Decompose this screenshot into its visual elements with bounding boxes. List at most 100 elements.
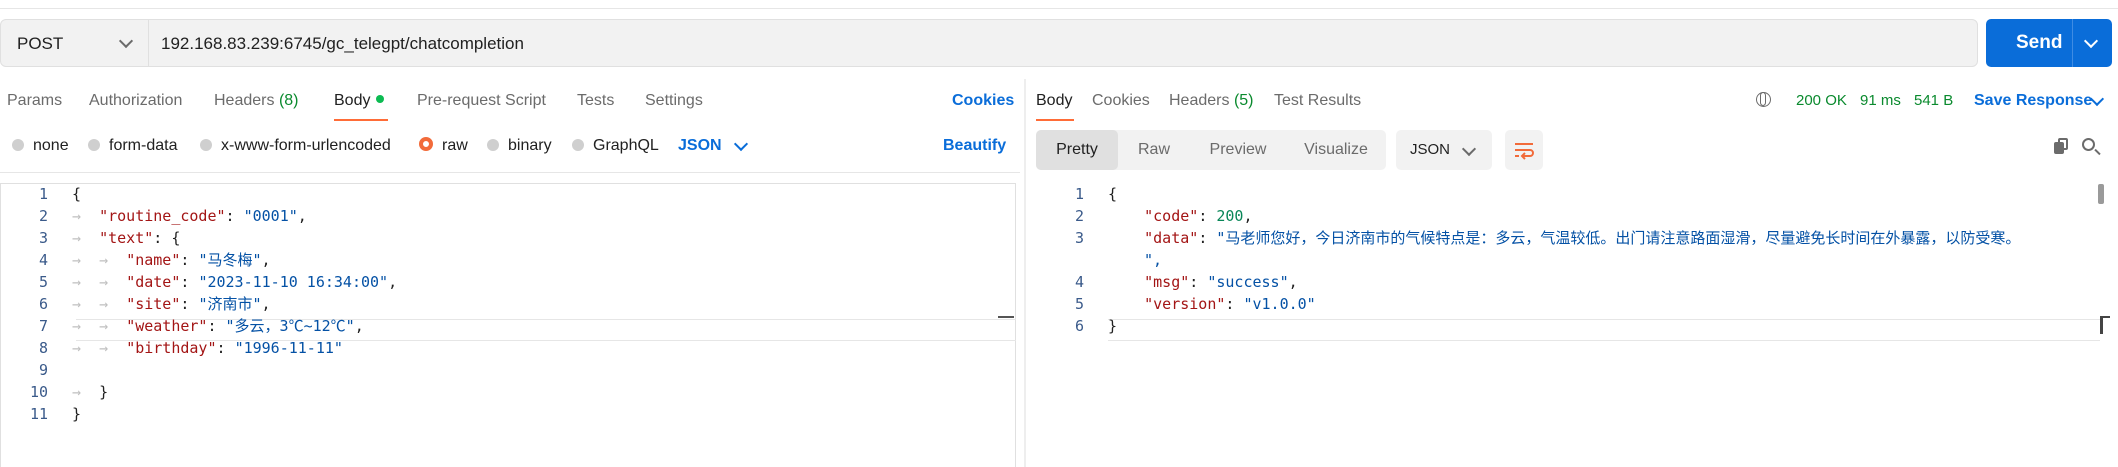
search-icon[interactable] (2082, 138, 2095, 151)
line-number: 10 (29, 383, 48, 401)
radio-circle-icon (572, 139, 584, 151)
line-number: 11 (29, 405, 48, 423)
code-token: : (180, 273, 199, 291)
url-input[interactable]: 192.168.83.239:6745/gc_telegpt/chatcompl… (161, 34, 524, 54)
status-code[interactable]: 200 OK (1796, 92, 1847, 109)
tab-tests[interactable]: Tests (577, 92, 614, 110)
label: form-data (109, 137, 178, 154)
divider (0, 172, 1020, 173)
radio-circle-icon (487, 139, 499, 151)
code-token: } (72, 405, 82, 423)
method-label: POST (17, 34, 64, 53)
radio-none[interactable]: none (12, 137, 69, 155)
code-token: : (207, 317, 226, 335)
globe-icon[interactable] (1756, 92, 1771, 107)
request-bar: POST 192.168.83.239:6745/gc_telegpt/chat… (0, 19, 1978, 67)
line-number: 7 (38, 317, 48, 335)
beautify-button[interactable]: Beautify (943, 137, 1006, 155)
tab-body[interactable]: Body (334, 92, 385, 110)
code-token: : (225, 207, 244, 225)
response-headers-count: (5) (1233, 92, 1254, 109)
tab-settings[interactable]: Settings (645, 92, 703, 110)
label: Pre-request Script (417, 92, 546, 109)
view-preview[interactable]: Preview (1190, 130, 1286, 170)
response-format-label: JSON (1410, 141, 1451, 158)
code-token: { (72, 185, 82, 203)
code-token: "马冬梅" (198, 251, 262, 269)
line-number: 5 (38, 273, 48, 291)
radio-form-data[interactable]: form-data (88, 137, 177, 155)
panel-splitter[interactable] (1024, 79, 1026, 467)
radio-x-www-form-urlencoded[interactable]: x-www-form-urlencoded (200, 137, 391, 155)
tab-pre-request-script[interactable]: Pre-request Script (417, 92, 546, 110)
code-token: "v1.0.0" (1243, 295, 1316, 313)
label: none (33, 137, 69, 154)
code-token: , (354, 317, 364, 335)
code-token: → (72, 207, 100, 225)
code-token: → } (72, 381, 108, 403)
code-token: → → (72, 251, 127, 269)
code-token: } (1108, 317, 1118, 335)
code-token: "version": "v1.0.0" (1108, 293, 1316, 315)
chevron-down-icon[interactable] (2083, 33, 2099, 49)
line-number: 8 (38, 339, 48, 357)
code-token: → → "site": "济南市", (72, 293, 271, 315)
code-token: "2023-11-10 16:34:00" (198, 273, 389, 291)
code-token: , (388, 273, 398, 291)
label: Save Response (1974, 92, 2093, 109)
response-time[interactable]: 91 ms (1860, 92, 1901, 109)
view-raw[interactable]: Raw (1118, 130, 1190, 170)
chevron-down-icon (118, 33, 134, 49)
active-response-tab-underline (1036, 119, 1074, 121)
label: Headers (214, 92, 275, 109)
label: Body (1036, 92, 1073, 109)
view-pretty[interactable]: Pretty (1036, 130, 1118, 170)
response-size[interactable]: 541 B (1914, 92, 1953, 109)
tab-params[interactable]: Params (7, 92, 62, 110)
radio-circle-icon (12, 139, 24, 151)
body-indicator-dot (376, 95, 385, 103)
line-number: 6 (38, 295, 48, 313)
send-button[interactable]: Send (1986, 19, 2112, 67)
code-token: → → "name": "马冬梅", (72, 249, 271, 271)
radio-graphql[interactable]: GraphQL (572, 137, 659, 155)
method-select[interactable]: POST (1, 20, 149, 66)
word-wrap-button[interactable] (1505, 130, 1543, 170)
code-token: → (72, 383, 100, 401)
body-format-select[interactable]: JSON (678, 137, 722, 155)
code-token: "data": "马老师您好，今日济南市的气候特点是：多云，气温较低。出门请注意… (1108, 227, 2020, 249)
label: Settings (645, 92, 703, 109)
label: x-www-form-urlencoded (221, 137, 391, 154)
code-token: "weather" (126, 317, 208, 335)
code-token: } (99, 383, 109, 401)
tab-headers[interactable]: Headers (8) (214, 92, 299, 110)
view-mode-group: Pretty Raw Preview Visualize (1036, 130, 1386, 170)
code-token: : (216, 339, 235, 357)
radio-raw[interactable]: raw (419, 137, 468, 155)
view-visualize[interactable]: Visualize (1286, 130, 1386, 170)
chevron-down-icon[interactable] (733, 136, 749, 152)
response-tab-body[interactable]: Body (1036, 92, 1072, 110)
code-token: : (1189, 273, 1208, 291)
response-tab-headers[interactable]: Headers (5) (1169, 92, 1254, 110)
code-token: → → (72, 273, 127, 291)
response-format-select[interactable]: JSON (1396, 130, 1492, 170)
cookies-link[interactable]: Cookies (952, 92, 1014, 110)
tab-authorization[interactable]: Authorization (89, 92, 182, 110)
radio-binary[interactable]: binary (487, 137, 552, 155)
top-divider (0, 8, 2118, 9)
response-tab-test-results[interactable]: Test Results (1274, 92, 1361, 110)
line-number: 6 (1074, 317, 1084, 335)
line-number: 1 (1074, 185, 1084, 203)
response-tab-cookies[interactable]: Cookies (1092, 92, 1150, 110)
code-token: , (1288, 273, 1298, 291)
response-body-viewer[interactable]: 1 { 2 "code": 200, 3 "data": "马老师您好，今日济南市… (1036, 183, 2106, 467)
save-response-button[interactable]: Save Response (1974, 92, 2092, 110)
code-token: "date" (126, 273, 181, 291)
copy-icon[interactable] (2054, 138, 2068, 154)
code-token: → → "date": "2023-11-10 16:34:00", (72, 271, 397, 293)
code-token: → → (72, 295, 127, 313)
code-token: ", (1144, 249, 1162, 271)
code-token: ", (1144, 251, 1163, 269)
